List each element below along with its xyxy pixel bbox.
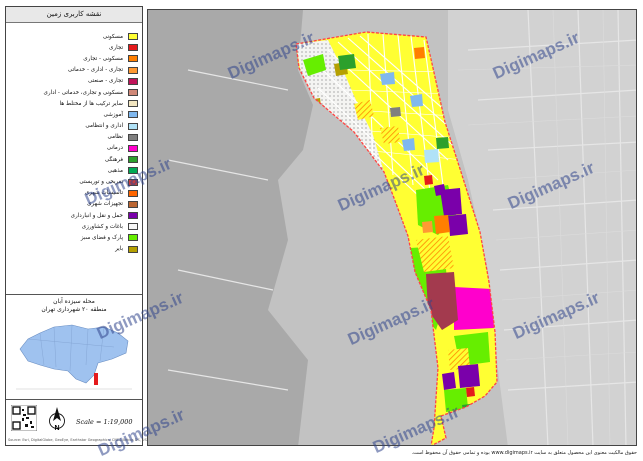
map-frame[interactable] <box>147 9 637 446</box>
legend-swatch <box>128 212 138 220</box>
cultural-1[interactable] <box>338 54 356 70</box>
legend-swatch <box>128 55 138 63</box>
transport-block-5[interactable] <box>442 372 456 390</box>
tehran-outline <box>19 324 129 384</box>
legend-item: تجهیزات شهری <box>10 199 138 210</box>
legend-item: مسکونی <box>10 31 138 42</box>
legend-label: سایر ترکیب ها از مختلط ها <box>59 100 123 107</box>
legend-label: مسکونی - تجاری <box>83 55 123 62</box>
legend-item: حمل و نقل و انبارداری <box>10 210 138 221</box>
legend-label: بایر <box>115 246 123 253</box>
school-1[interactable] <box>380 72 395 85</box>
legend-swatch <box>128 156 138 164</box>
district-subtitle: منطقه ۲۰ شهرداری تهران <box>41 306 107 313</box>
admin-block[interactable] <box>424 149 439 163</box>
legend-label: باغات و کشاورزی <box>81 223 123 230</box>
legend-swatch <box>128 122 138 130</box>
transport-block-4[interactable] <box>458 364 480 388</box>
recreation-zone[interactable] <box>426 272 458 330</box>
legend-swatch <box>128 245 138 253</box>
legend-swatch <box>128 33 138 41</box>
north-arrow-icon: N <box>49 407 65 432</box>
scale-text: Scale = 1:19,000 <box>76 418 133 426</box>
legend-swatch <box>128 200 138 208</box>
legend-swatch <box>128 167 138 175</box>
legend-label: مسکونی و تجاری، خدماتی - اداری <box>43 89 123 96</box>
legend-label: تاسیسات شهری <box>84 190 123 197</box>
legend-item: تاسیسات شهری <box>10 188 138 199</box>
legend-item: باغات و کشاورزی <box>10 221 138 232</box>
neighborhood-title: محله سیزده آبان <box>53 298 95 305</box>
legend-item: مسکونی - تجاری <box>10 53 138 64</box>
legend-swatch <box>128 133 138 141</box>
qr-code-icon <box>11 405 37 431</box>
military-block[interactable] <box>390 107 401 117</box>
facility-orange-3[interactable] <box>414 47 425 59</box>
transport-block-3[interactable] <box>434 184 446 196</box>
selected-area-marker <box>94 373 98 385</box>
footer-box: N Scale = 1:19,000 Source: Esri, Digital… <box>6 399 245 445</box>
park-far-south[interactable] <box>444 388 468 412</box>
cultural-2[interactable] <box>436 137 449 149</box>
legend-item: تجاری - اداری - خدماتی <box>10 65 138 76</box>
legend-swatch <box>128 77 138 85</box>
legend-label: تجاری - صنعتی <box>87 78 123 85</box>
transport-block-2[interactable] <box>448 214 468 236</box>
school-3[interactable] <box>410 94 423 107</box>
school-2[interactable] <box>402 138 415 151</box>
legend-item: درمانی <box>10 143 138 154</box>
commercial-2[interactable] <box>356 145 365 154</box>
legend-label: فرهنگی <box>104 156 123 163</box>
legend-label: تفریحی و توریستی <box>79 179 123 186</box>
legend-item: مذهبی <box>10 165 138 176</box>
facility-orange-1[interactable] <box>434 215 450 234</box>
legend-item: سایر ترکیب ها از مختلط ها <box>10 98 138 109</box>
legend-item: آموزشی <box>10 109 138 120</box>
locator-box: محله سیزده آبان منطقه ۲۰ شهرداری تهران <box>6 294 142 394</box>
legend-label: تجاری <box>109 44 123 51</box>
legend-label: آموزشی <box>103 111 124 118</box>
legend-label: درمانی <box>106 145 123 152</box>
legend-item: نظامی <box>10 132 138 143</box>
legend-swatch <box>128 111 138 119</box>
legend-label: تجاری - اداری - خدماتی <box>67 67 123 74</box>
legend-label: تجهیزات شهری <box>87 201 123 208</box>
legend-item: بایر <box>10 244 138 255</box>
legend-item: اداری و انتظامی <box>10 121 138 132</box>
legend-title: نقشه کاربری زمین <box>6 7 142 23</box>
commercial-1[interactable] <box>424 175 433 185</box>
legend-swatch <box>128 44 138 52</box>
land-use-map[interactable] <box>148 10 637 446</box>
facility-orange-2[interactable] <box>422 221 433 233</box>
legend-swatch <box>128 89 138 97</box>
legend-label: مذهبی <box>107 167 123 174</box>
legend-swatch <box>128 144 138 152</box>
legend-swatch <box>128 189 138 197</box>
legend-item: پارک و فضای سبز <box>10 232 138 243</box>
legend-swatch <box>128 178 138 186</box>
legend-label: اداری و انتظامی <box>85 123 123 130</box>
legend-swatch <box>128 234 138 242</box>
legend-item: مسکونی و تجاری، خدماتی - اداری <box>10 87 138 98</box>
commercial-3[interactable] <box>466 387 475 397</box>
copyright-notice: حقوق مالکیت معنوی این محصول متعلق به سای… <box>411 450 637 456</box>
legend-panel: نقشه کاربری زمین مسکونی تجاری مسکونی - تجا… <box>5 6 245 446</box>
legend-item: تفریحی و توریستی <box>10 176 138 187</box>
legend-label: نظامی <box>107 134 123 141</box>
legend-swatch <box>128 66 138 74</box>
legend-label: پارک و فضای سبز <box>80 234 123 241</box>
legend-swatch <box>128 223 138 231</box>
hospital-zone[interactable] <box>454 287 494 330</box>
legend-list: مسکونی تجاری مسکونی - تجاری تجاری - اداری -… <box>10 31 138 255</box>
legend-swatch <box>128 100 138 108</box>
inset-locator-map <box>16 324 132 390</box>
legend-label: مسکونی <box>102 33 123 40</box>
cultural-3[interactable] <box>462 403 479 417</box>
legend-item: تجاری - صنعتی <box>10 76 138 87</box>
legend-item: فرهنگی <box>10 154 138 165</box>
north-label: N <box>54 425 59 432</box>
legend-label: حمل و نقل و انبارداری <box>70 212 123 219</box>
legend-item: تجاری <box>10 42 138 53</box>
